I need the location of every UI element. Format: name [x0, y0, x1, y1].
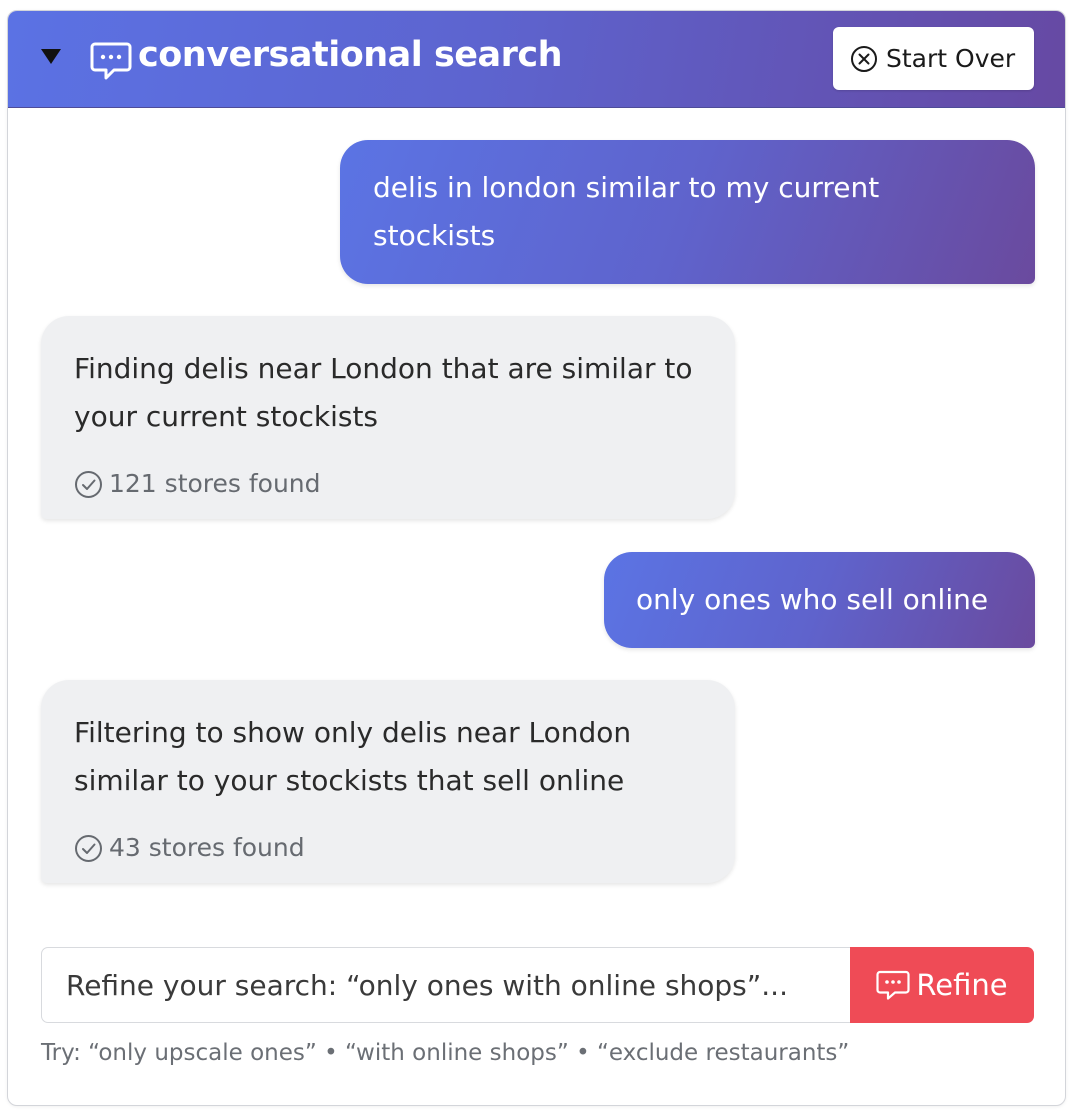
- triangle-down-icon[interactable]: [41, 49, 61, 64]
- refine-button-label: Refine: [916, 968, 1008, 1002]
- refine-search-input[interactable]: [41, 947, 851, 1023]
- panel-header: conversational search Start Over: [8, 11, 1065, 108]
- user-message: delis in london similar to my current st…: [340, 140, 1035, 284]
- assistant-message: Finding delis near London that are simil…: [41, 316, 735, 519]
- user-message-text: only ones who sell online: [636, 583, 989, 616]
- check-circle-icon: [75, 470, 102, 498]
- chat-bubble-icon: [876, 970, 911, 1000]
- panel-title: conversational search: [138, 35, 563, 75]
- user-message-text: delis in london similar to my current st…: [373, 171, 880, 252]
- result-count: 121 stores found: [74, 460, 321, 508]
- result-count-text: 43 stores found: [109, 833, 305, 862]
- assistant-message-text: Finding delis near London that are simil…: [74, 352, 693, 433]
- check-circle-icon: [75, 834, 102, 862]
- refine-button[interactable]: Refine: [850, 947, 1034, 1023]
- chat-bubble-icon: [90, 42, 132, 80]
- start-over-button[interactable]: Start Over: [833, 27, 1034, 90]
- circle-x-icon: [851, 45, 877, 72]
- user-message: only ones who sell online: [604, 552, 1035, 648]
- refine-form: Refine: [41, 947, 1034, 1023]
- assistant-message-text: Filtering to show only delis near London…: [74, 716, 632, 797]
- suggestion-hint: Try: “only upscale ones” • “with online …: [41, 1040, 850, 1066]
- assistant-message: Filtering to show only delis near London…: [41, 680, 735, 883]
- result-count: 43 stores found: [74, 824, 305, 872]
- conversational-search-panel: conversational search Start Over delis i…: [7, 10, 1066, 1106]
- result-count-text: 121 stores found: [109, 469, 321, 498]
- start-over-label: Start Over: [886, 44, 1016, 73]
